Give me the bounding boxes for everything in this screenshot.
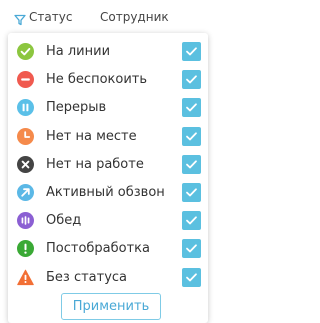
- status-checkbox[interactable]: [182, 154, 201, 174]
- status-label: Постобработка: [46, 241, 150, 257]
- status-checkbox[interactable]: [182, 70, 201, 90]
- exclamation-circle-icon: [17, 240, 34, 258]
- status-item-do-not-disturb[interactable]: Не беспокоить: [8, 65, 208, 93]
- status-checkbox[interactable]: [182, 239, 201, 259]
- status-checkbox[interactable]: [182, 126, 201, 146]
- funnel-icon[interactable]: [14, 11, 26, 26]
- arrow-up-right-circle-icon: [17, 183, 34, 201]
- status-label: Не беспокоить: [46, 72, 148, 88]
- bars-circle-icon: [17, 212, 34, 230]
- status-item-lunch[interactable]: Обед: [8, 206, 208, 234]
- status-item-post-processing[interactable]: Постобработка: [8, 234, 208, 262]
- minus-circle-icon: [17, 71, 34, 89]
- status-item-active-dialing[interactable]: Активный обзвон: [8, 178, 208, 206]
- status-checkbox[interactable]: [182, 42, 201, 61]
- status-label: Нет на месте: [46, 128, 137, 144]
- status-label: Нет на работе: [46, 156, 144, 172]
- status-checkbox[interactable]: [182, 98, 201, 118]
- x-circle-icon: [17, 155, 34, 173]
- status-item-break[interactable]: Перерыв: [8, 93, 208, 121]
- employee-column-header[interactable]: Сотрудник: [100, 10, 169, 24]
- status-label: Обед: [46, 213, 82, 229]
- status-label: Перерыв: [46, 100, 107, 116]
- status-item-no-status[interactable]: Без статуса: [8, 263, 208, 291]
- table-header: Статус Сотрудник: [0, 0, 211, 36]
- status-label: Без статуса: [46, 269, 128, 285]
- status-checkbox[interactable]: [182, 267, 201, 287]
- status-checkbox[interactable]: [182, 211, 201, 231]
- status-item-on-line[interactable]: На линии: [8, 37, 208, 65]
- status-item-away[interactable]: Нет на месте: [8, 122, 208, 150]
- status-list: На линии Не беспокоить Перерыв Нет на ме…: [8, 37, 208, 291]
- status-checkbox[interactable]: [182, 182, 201, 202]
- clock-circle-icon: [17, 127, 34, 145]
- status-column-header[interactable]: Статус: [29, 10, 72, 24]
- status-item-off-work[interactable]: Нет на работе: [8, 150, 208, 178]
- warning-triangle-icon: [17, 269, 34, 286]
- pause-circle-icon: [17, 99, 34, 117]
- status-label: Активный обзвон: [46, 184, 165, 200]
- status-label: На линии: [46, 44, 111, 59]
- status-filter-dropdown: На линии Не беспокоить Перерыв Нет на ме…: [8, 33, 208, 323]
- apply-button[interactable]: Применить: [61, 293, 161, 320]
- check-circle-icon: [17, 43, 34, 60]
